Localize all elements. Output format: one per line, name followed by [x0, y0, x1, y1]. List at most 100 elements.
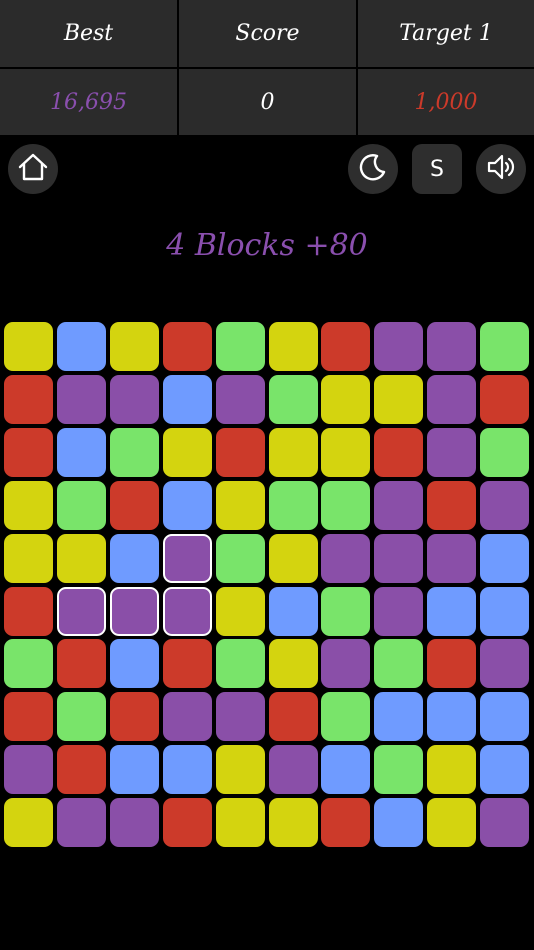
block-tile[interactable]: [215, 480, 265, 530]
block-tile[interactable]: [321, 322, 371, 371]
block-tile[interactable]: [162, 586, 212, 636]
block-tile[interactable]: [109, 533, 159, 583]
block-tile[interactable]: [427, 480, 477, 530]
block-tile[interactable]: [321, 586, 371, 636]
block-tile[interactable]: [268, 533, 318, 583]
block-tile[interactable]: [480, 322, 530, 371]
block-tile[interactable]: [215, 798, 265, 848]
block-tile[interactable]: [162, 533, 212, 583]
home-button[interactable]: [8, 144, 58, 194]
night-mode-button[interactable]: [348, 144, 398, 194]
block-tile[interactable]: [215, 427, 265, 477]
block-tile[interactable]: [4, 427, 53, 477]
block-tile[interactable]: [215, 745, 265, 795]
block-tile[interactable]: [215, 533, 265, 583]
block-tile[interactable]: [321, 745, 371, 795]
block-tile[interactable]: [427, 427, 477, 477]
block-tile[interactable]: [56, 533, 106, 583]
block-tile[interactable]: [56, 745, 106, 795]
block-tile[interactable]: [4, 692, 53, 742]
block-tile[interactable]: [480, 639, 530, 689]
block-tile[interactable]: [109, 480, 159, 530]
block-tile[interactable]: [109, 586, 159, 636]
block-tile[interactable]: [321, 639, 371, 689]
sound-button[interactable]: [476, 144, 526, 194]
block-tile[interactable]: [56, 480, 106, 530]
block-tile[interactable]: [427, 745, 477, 795]
block-tile[interactable]: [162, 374, 212, 424]
block-tile[interactable]: [215, 374, 265, 424]
block-tile[interactable]: [268, 322, 318, 371]
block-tile[interactable]: [215, 639, 265, 689]
block-tile[interactable]: [162, 692, 212, 742]
block-tile[interactable]: [321, 480, 371, 530]
block-tile[interactable]: [427, 586, 477, 636]
block-tile[interactable]: [162, 322, 212, 371]
block-tile[interactable]: [56, 798, 106, 848]
block-tile[interactable]: [374, 374, 424, 424]
block-tile[interactable]: [4, 639, 53, 689]
block-tile[interactable]: [56, 322, 106, 371]
block-tile[interactable]: [56, 692, 106, 742]
block-tile[interactable]: [427, 322, 477, 371]
block-tile[interactable]: [374, 427, 424, 477]
block-tile[interactable]: [215, 586, 265, 636]
block-tile[interactable]: [374, 798, 424, 848]
block-tile[interactable]: [268, 374, 318, 424]
block-tile[interactable]: [4, 480, 53, 530]
block-tile[interactable]: [427, 374, 477, 424]
block-tile[interactable]: [480, 692, 530, 742]
block-tile[interactable]: [162, 427, 212, 477]
block-tile[interactable]: [162, 639, 212, 689]
block-tile[interactable]: [427, 533, 477, 583]
s-button[interactable]: S: [412, 144, 462, 194]
block-tile[interactable]: [480, 374, 530, 424]
block-tile[interactable]: [268, 480, 318, 530]
block-tile[interactable]: [56, 586, 106, 636]
block-tile[interactable]: [321, 798, 371, 848]
block-tile[interactable]: [162, 798, 212, 848]
block-tile[interactable]: [427, 798, 477, 848]
block-tile[interactable]: [480, 798, 530, 848]
block-tile[interactable]: [427, 639, 477, 689]
block-tile[interactable]: [4, 533, 53, 583]
block-tile[interactable]: [374, 533, 424, 583]
block-tile[interactable]: [480, 586, 530, 636]
block-tile[interactable]: [374, 639, 424, 689]
block-tile[interactable]: [268, 586, 318, 636]
block-tile[interactable]: [268, 745, 318, 795]
block-tile[interactable]: [321, 374, 371, 424]
block-tile[interactable]: [374, 745, 424, 795]
block-tile[interactable]: [109, 639, 159, 689]
block-tile[interactable]: [215, 692, 265, 742]
block-tile[interactable]: [321, 692, 371, 742]
block-tile[interactable]: [374, 692, 424, 742]
block-tile[interactable]: [4, 745, 53, 795]
block-tile[interactable]: [109, 692, 159, 742]
block-tile[interactable]: [56, 427, 106, 477]
block-tile[interactable]: [4, 322, 53, 371]
block-tile[interactable]: [268, 692, 318, 742]
block-tile[interactable]: [56, 639, 106, 689]
block-tile[interactable]: [215, 322, 265, 371]
block-tile[interactable]: [480, 745, 530, 795]
block-tile[interactable]: [374, 480, 424, 530]
block-tile[interactable]: [56, 374, 106, 424]
block-tile[interactable]: [4, 374, 53, 424]
block-tile[interactable]: [4, 798, 53, 848]
block-tile[interactable]: [374, 586, 424, 636]
block-tile[interactable]: [109, 427, 159, 477]
block-tile[interactable]: [480, 427, 530, 477]
block-tile[interactable]: [268, 798, 318, 848]
block-tile[interactable]: [162, 745, 212, 795]
block-tile[interactable]: [4, 586, 53, 636]
block-tile[interactable]: [374, 322, 424, 371]
block-tile[interactable]: [427, 692, 477, 742]
block-tile[interactable]: [321, 427, 371, 477]
block-tile[interactable]: [268, 639, 318, 689]
block-tile[interactable]: [321, 533, 371, 583]
block-tile[interactable]: [162, 480, 212, 530]
block-tile[interactable]: [268, 427, 318, 477]
block-tile[interactable]: [109, 798, 159, 848]
block-tile[interactable]: [480, 480, 530, 530]
